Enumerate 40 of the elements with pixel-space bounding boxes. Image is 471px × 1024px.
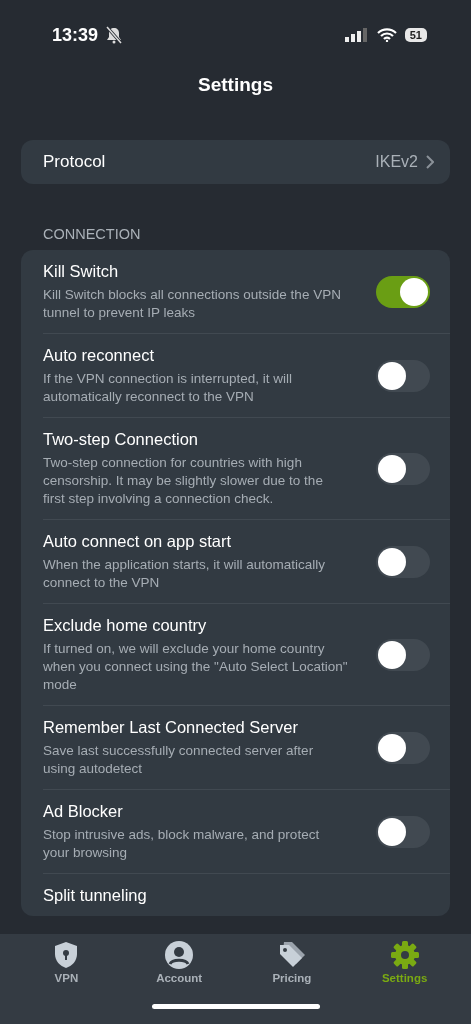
setting-description: Save last successfully connected server after using autodetect — [43, 742, 315, 778]
shield-icon — [54, 941, 79, 969]
setting-title: Remember Last Connected Server — [43, 718, 299, 737]
setting-title: Two-step Connection — [43, 430, 199, 449]
protocol-label: Protocol — [43, 152, 106, 172]
setting-description: Two-step connection for countries with high censorship. It may be slightly slower due to the first step involving a connection check. — [43, 454, 324, 508]
tab[interactable]: VPN — [21, 941, 112, 984]
battery-level: 51 — [404, 28, 427, 42]
tab[interactable]: Pricing — [246, 941, 337, 984]
screen-title: Settings — [198, 74, 273, 96]
tag-icon — [277, 941, 306, 969]
toggle-switch[interactable] — [376, 816, 430, 848]
wifi-icon — [376, 28, 397, 42]
chevron-right-icon — [426, 155, 434, 169]
section-header: CONNECTION — [43, 226, 142, 242]
toggle-switch[interactable] — [376, 732, 430, 764]
setting-description: If turned on, we will exclude your home country when you connect using the "Auto Select Location" mode — [43, 640, 348, 694]
gear-icon — [390, 941, 419, 969]
setting-description: Kill Switch blocks all connections outside the VPN tunnel to prevent IP leaks — [43, 286, 342, 322]
setting-title: Auto reconnect — [43, 346, 155, 365]
setting-title: Kill Switch — [43, 262, 120, 281]
person-icon — [165, 941, 194, 969]
protocol-value[interactable]: IKEv2 — [375, 153, 418, 171]
setting-description: If the VPN connection is interrupted, it will automatically reconnect to the VPN — [43, 370, 294, 406]
toggle-switch[interactable] — [376, 276, 430, 308]
muted-bell-icon — [106, 26, 123, 44]
signal-icon — [344, 28, 369, 42]
setting-title: Auto connect on app start — [43, 532, 233, 551]
toggle-switch[interactable] — [376, 360, 430, 392]
status-time: 13:39 — [52, 24, 99, 46]
setting-description: When the application starts, it will automatically connect to the VPN — [43, 556, 327, 592]
tab[interactable]: Account — [134, 941, 225, 984]
setting-title: Split tunneling — [43, 886, 148, 905]
tab[interactable]: Settings — [359, 941, 450, 984]
toggle-switch[interactable] — [376, 546, 430, 578]
setting-title: Ad Blocker — [43, 802, 124, 821]
setting-description: Stop intrusive ads, block malware, and protect your browsing — [43, 826, 321, 862]
toggle-switch[interactable] — [376, 639, 430, 671]
toggle-switch[interactable] — [376, 453, 430, 485]
setting-title: Exclude home country — [43, 616, 208, 635]
